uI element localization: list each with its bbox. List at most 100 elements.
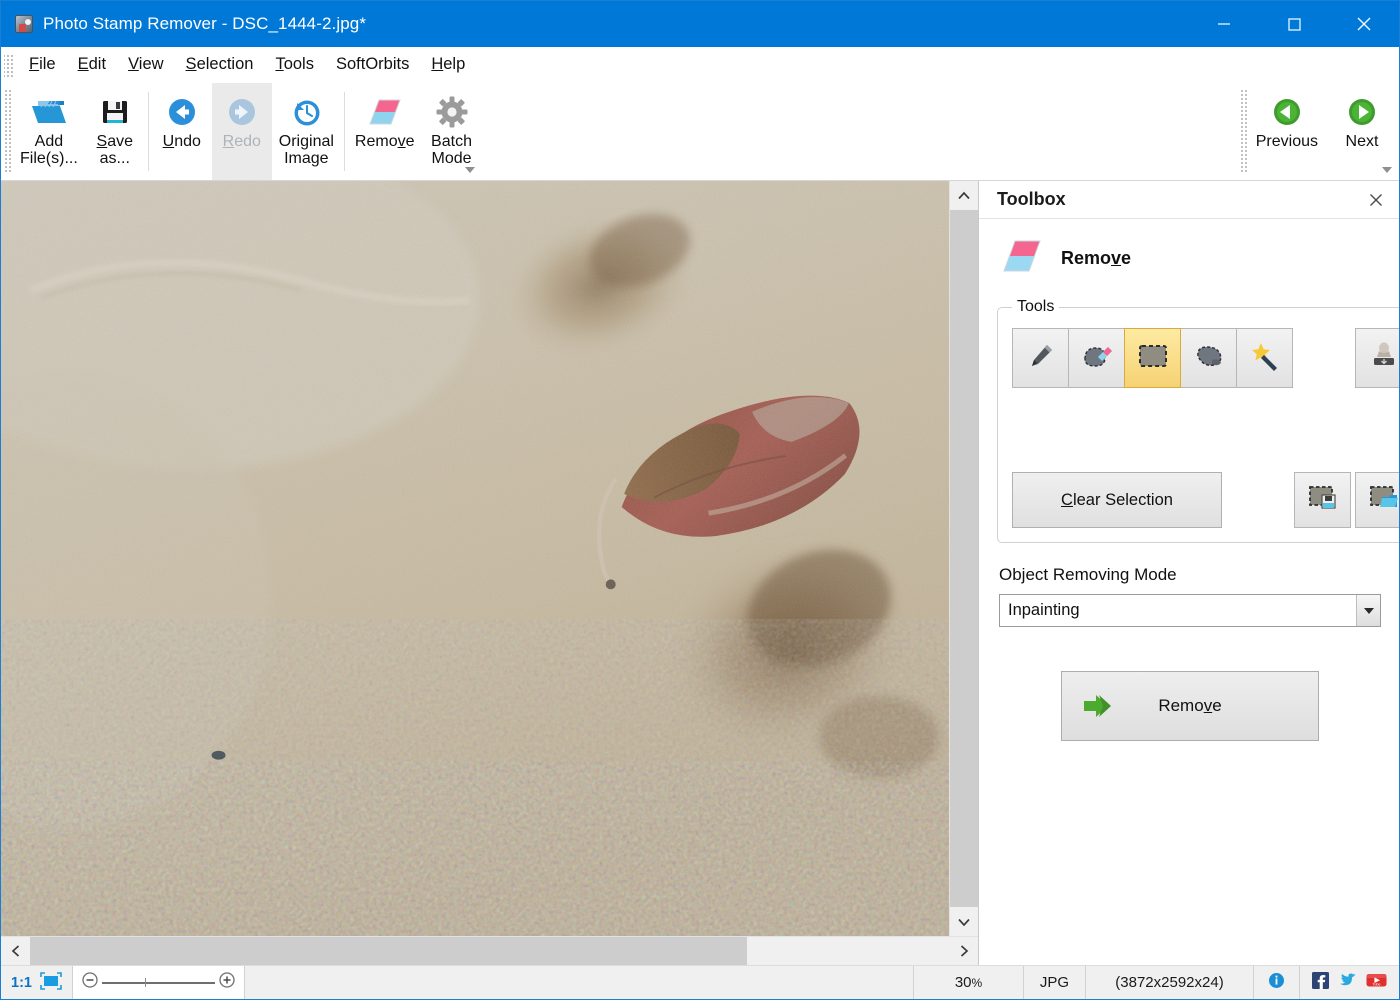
gear-icon	[435, 91, 469, 133]
menu-file[interactable]: File	[18, 52, 67, 77]
tools-group: Tools Clear Selection	[997, 298, 1399, 543]
status-bar: 1:1 30 % JPG (3872x2592x24) Tube	[1, 965, 1399, 999]
object-removing-mode-label: Object Removing Mode	[999, 565, 1177, 584]
toolbar-add-files-button[interactable]: Add File(s)...	[13, 83, 85, 180]
toolbox-title: Toolbox	[997, 189, 1066, 209]
image-dimensions-cell: (3872x2592x24)	[1086, 966, 1254, 999]
toolbar-overflow-chevron-icon[interactable]	[463, 164, 477, 176]
toolbar-previous-button[interactable]: Previous	[1249, 83, 1325, 180]
toolbar-batch-mode-button[interactable]: Batch Mode	[422, 83, 482, 180]
scroll-right-button[interactable]	[949, 937, 978, 965]
toolbar-next-label: Next	[1345, 133, 1379, 150]
zoom-slider[interactable]	[81, 971, 236, 994]
vertical-scroll-track[interactable]	[950, 210, 978, 907]
save-selection-icon	[1308, 485, 1338, 516]
menu-help[interactable]: Help	[420, 52, 476, 77]
info-cell[interactable]	[1254, 966, 1300, 999]
eraser-icon	[1001, 237, 1043, 280]
toolbar-nav-overflow-chevron-icon[interactable]	[1380, 164, 1394, 176]
toolbar-previous-label: Previous	[1255, 133, 1318, 150]
eraser-icon	[367, 91, 403, 133]
youtube-icon[interactable]: Tube	[1366, 972, 1387, 993]
zoom-slider-tick	[144, 977, 146, 987]
chevron-down-icon[interactable]	[1356, 595, 1380, 626]
toolbar-nav-group: Previous Next	[1237, 83, 1399, 180]
floppy-disk-icon	[99, 91, 131, 133]
green-right-arrow-icon	[1346, 91, 1378, 133]
toolbar-remove-button[interactable]: Remove	[348, 83, 422, 180]
close-button[interactable]	[1329, 1, 1399, 47]
menu-view[interactable]: View	[117, 52, 174, 77]
scroll-up-button[interactable]	[950, 181, 978, 210]
remove-button[interactable]: Remove	[1061, 671, 1319, 741]
selection-io-buttons	[1290, 472, 1399, 528]
pencil-icon	[1026, 341, 1056, 376]
tool-pencil-button[interactable]	[1012, 328, 1069, 388]
tool-rectangle-select-button[interactable]	[1124, 328, 1181, 388]
menu-softorbits-label: SoftOrbits	[335, 55, 410, 73]
menu-selection[interactable]: Selection	[175, 52, 265, 77]
scroll-left-button[interactable]	[1, 937, 30, 965]
object-removing-mode-select[interactable]: Inpainting	[999, 594, 1381, 627]
canvas-vertical-scrollbar[interactable]	[949, 181, 978, 936]
save-selection-button[interactable]	[1294, 472, 1351, 528]
toolbar-redo-button[interactable]: Redo	[211, 83, 272, 180]
object-removing-mode-value: Inpainting	[1008, 601, 1080, 619]
info-icon[interactable]	[1268, 972, 1285, 993]
toolbar-nav-grip-handle[interactable]	[1239, 89, 1249, 174]
facebook-icon[interactable]	[1312, 971, 1329, 994]
image-format-cell: JPG	[1024, 966, 1086, 999]
toolbar-original-line2: Image	[284, 149, 329, 167]
scroll-down-button[interactable]	[950, 907, 978, 936]
tool-clone-stamp-button[interactable]	[1355, 328, 1399, 388]
svg-text:Tube: Tube	[1372, 983, 1380, 987]
object-removing-mode-section: Object Removing Mode Inpainting	[997, 565, 1383, 627]
zoom-percent-value: 30	[954, 974, 972, 991]
fit-to-window-icon[interactable]	[40, 971, 62, 994]
clear-selection-button[interactable]: Clear Selection	[1012, 472, 1222, 528]
image-canvas[interactable]	[1, 181, 949, 936]
zoom-percent-cell: 30%	[914, 966, 1024, 999]
selection-eraser-icon	[1081, 341, 1113, 376]
zoom-slider-track[interactable]	[101, 977, 215, 987]
menu-softorbits[interactable]: SoftOrbits	[325, 52, 420, 77]
vertical-scroll-thumb[interactable]	[950, 210, 978, 907]
marquee-rectangle-icon	[1137, 343, 1169, 374]
toolbar-original-line1: Original	[278, 133, 334, 150]
menu-tools[interactable]: Tools	[264, 52, 325, 77]
load-selection-button[interactable]	[1355, 472, 1399, 528]
canvas-horizontal-scrollbar[interactable]	[1, 936, 978, 965]
undo-arrow-icon	[165, 91, 199, 133]
workspace: Toolbox Remove Tools Clear Selection Obj…	[1, 181, 1399, 965]
menu-edit[interactable]: Edit	[67, 52, 117, 77]
menu-grip-handle[interactable]	[4, 52, 13, 77]
toolbar-save-as-button[interactable]: Save as...	[85, 83, 145, 180]
canvas-area	[1, 181, 979, 965]
toolbar-separator	[147, 92, 149, 171]
open-folder-icon	[30, 91, 68, 133]
tool-magic-wand-button[interactable]	[1236, 328, 1293, 388]
zoom-slider-cell[interactable]	[72, 966, 245, 999]
horizontal-scroll-track[interactable]	[30, 937, 949, 965]
toolbar-batch-line1: Batch	[431, 133, 472, 150]
remove-action-wrap: Remove	[997, 671, 1383, 741]
toolbox-close-icon[interactable]	[1363, 187, 1389, 213]
tool-selection-eraser-button[interactable]	[1068, 328, 1125, 388]
toolbar-add-files-line2: File(s)...	[20, 149, 78, 167]
lasso-blob-icon	[1193, 342, 1225, 375]
zoom-in-icon[interactable]	[218, 971, 236, 994]
minimize-button[interactable]	[1189, 1, 1259, 47]
maximize-button[interactable]	[1259, 1, 1329, 47]
toolbar-undo-button[interactable]: Undo	[152, 83, 212, 180]
tools-group-label: Tools	[1017, 298, 1055, 315]
zoom-ratio-cell[interactable]: 1:1	[1, 966, 73, 999]
toolbar-grip-handle[interactable]	[4, 89, 13, 174]
zoom-out-icon[interactable]	[81, 971, 99, 994]
magic-wand-icon	[1249, 341, 1281, 376]
twitter-icon[interactable]	[1338, 972, 1357, 994]
horizontal-scroll-thumb[interactable]	[30, 937, 747, 965]
tool-lasso-button[interactable]	[1180, 328, 1237, 388]
toolbox-header: Toolbox	[979, 181, 1399, 219]
toolbar-original-image-button[interactable]: Original Image	[272, 83, 341, 180]
application-window: Photo Stamp Remover - DSC_1444-2.jpg* Fi…	[0, 0, 1400, 1000]
